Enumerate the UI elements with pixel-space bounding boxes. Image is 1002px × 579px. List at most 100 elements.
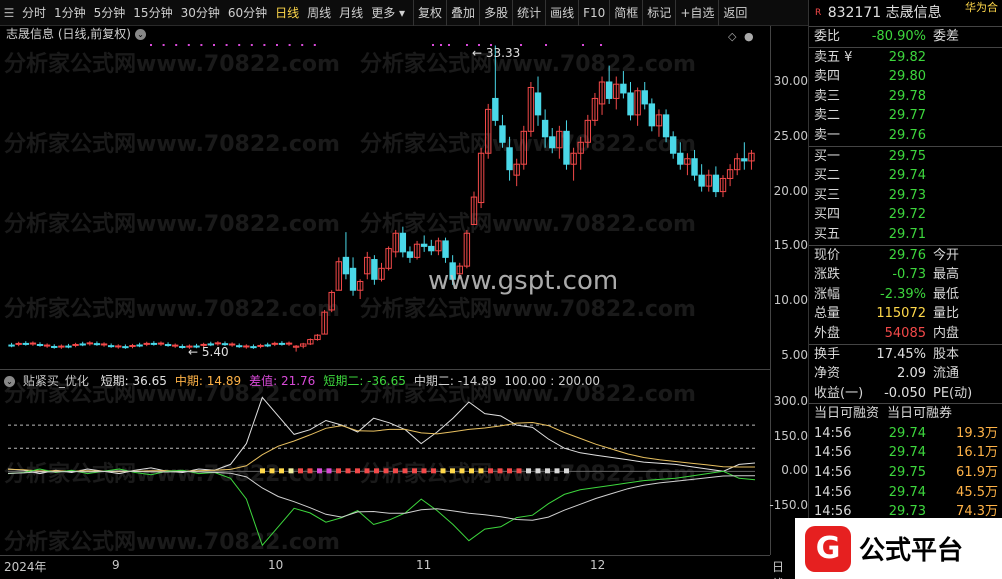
sell-price: 29.80 [888,69,926,85]
tool-button[interactable]: +自选 [675,0,718,26]
quote-value: -0.73 [892,267,926,283]
candle-body [627,92,634,116]
signal-dot [187,44,190,46]
candle-body [741,158,748,162]
candle-body [243,345,250,348]
tool-button[interactable]: 简框 [609,0,642,26]
period-tab[interactable]: 分时 [18,0,50,26]
buy-label: 买四 [814,207,841,223]
tool-button[interactable]: 统计 [512,0,545,26]
tick-row: 14:56 29.75 61.9万 [809,463,1002,483]
watermark-text: 分析家公式网www.70822.com [4,461,340,487]
signal-square [298,468,303,474]
signal-dot [520,44,522,46]
tool-buttons: 复权 叠加 多股 统计 画线 F10 简框 标记 +自选 返回 [413,0,751,26]
watermark-text: 分析家公式网www.70822.com [360,296,696,322]
candle-body [100,343,108,346]
signal-dot [582,44,584,46]
signal-square [393,468,398,474]
period-tab[interactable]: 1分钟 [50,0,90,26]
candle-body [179,345,186,348]
period-tab[interactable]: 15分钟 [129,0,176,26]
price-axis: 30.00 25.00 20.00 15.00 10.00 5.00 [771,26,808,370]
tool-button[interactable]: F10 [578,0,609,26]
r-badge: R [815,8,822,18]
signal-square [364,468,370,474]
watermark-text: 分析家公式网www.70822.com [360,51,696,77]
tool-button[interactable]: 标记 [642,0,675,26]
tick-volume: 16.1万 [956,445,998,461]
signal-square [450,468,455,474]
sell-label: 卖三 [814,88,841,104]
candle-body [79,343,86,346]
buy-book: 买一 29.75 买二 29.74 买三 29.73 买四 29.72 买五 29.71 [809,147,1002,245]
signal-square [497,468,503,474]
signal-square [402,468,408,474]
signal-dot [440,44,442,46]
indicator-settings-icon[interactable]: ⌄ [4,376,15,387]
candle-body [86,342,94,345]
tool-button[interactable]: 画线 [545,0,578,26]
buy-label: 买三 [814,187,841,203]
candle-body [29,342,37,345]
buy-row: 买四 29.72 [809,205,1002,225]
price-tick: 25.00 [773,128,808,143]
stock-name: 志晟信息 [885,5,942,21]
concept-tag[interactable]: 华为合 [965,2,998,14]
tool-button[interactable]: 叠加 [446,0,479,26]
watermark-text: 分析家公式网www.70822.com [360,131,696,157]
signal-dot [238,44,241,46]
candle-body [641,90,648,105]
candle-body [534,92,542,116]
signal-square [317,468,322,474]
candle-body [499,125,506,143]
period-tab[interactable]: 周线 [303,0,335,26]
stat-row: 换手 17.45% 股本 [809,345,1002,365]
buy-row: 买三 29.73 [809,186,1002,206]
stock-header: R 832171 志晟信息 华为合 [809,0,1002,26]
period-tab[interactable]: 更多 ▾ [367,0,409,26]
low-price-label: ← 5.40 [188,345,229,359]
signal-square [345,468,351,474]
quote-value: 54085 [884,325,926,341]
sell-row: 卖五 ¥ 29.82 [809,48,1002,68]
quote-label-2: 内盘 [933,325,960,341]
signal-dot [276,44,278,46]
stock-code: 832171 [827,5,882,21]
tool-button[interactable]: 返回 [718,0,751,26]
candle-body [442,240,449,258]
candle-body [492,97,499,121]
period-tab[interactable]: 60分钟 [224,0,271,26]
candle-body [51,345,58,348]
period-tab[interactable]: 30分钟 [177,0,224,26]
price-tick: 20.00 [773,183,808,198]
tool-button[interactable]: 多股 [479,0,512,26]
buy-price: 29.72 [888,207,926,223]
signal-dot [301,44,304,46]
indicator-chart[interactable]: 分析家公式网www.70822.com 分析家公式网www.70822.com 分析… [0,371,770,555]
indicator-values: 短期: 36.65 中期: 14.89 差值: 21.76 短期二: -36.65 中期… [101,374,608,388]
period-tab[interactable]: 日线 [271,0,303,26]
candle-body [228,343,236,346]
candle-body [65,345,72,348]
tool-button[interactable]: 复权 [413,0,446,26]
signal-square [336,468,341,474]
menu-icon[interactable]: ☰ [0,0,18,26]
main-chart-panel[interactable]: 分析家公式网www.70822.com 分析家公式网www.70822.com 分析… [0,26,770,370]
candlestick-chart[interactable]: 分析家公式网www.70822.com 分析家公式网www.70822.com 分析… [0,26,770,370]
period-tab[interactable]: 月线 [335,0,367,26]
indicator-value: 中期二: -14.89 [413,374,497,388]
sell-label: 卖一 [814,127,841,143]
period-tab[interactable]: 5分钟 [90,0,130,26]
indicator-tick: -150.0 [769,498,808,512]
buy-label: 买二 [814,168,841,184]
stat-label: 净资 [814,366,841,382]
indicator-panel[interactable]: 分析家公式网www.70822.com 分析家公式网www.70822.com 分析… [0,371,770,555]
date-axis: 2024年 9 10 11 12 日线 [0,555,784,579]
candle-body [257,344,264,347]
tick-volume: 45.5万 [956,484,998,500]
signal-square [288,468,294,474]
signal-dot [162,44,165,46]
period-tabs: 分时 1分钟 5分钟 15分钟 30分钟 60分钟 日线 周线 月线 更多 ▾ [18,0,409,26]
signal-square [488,468,493,474]
